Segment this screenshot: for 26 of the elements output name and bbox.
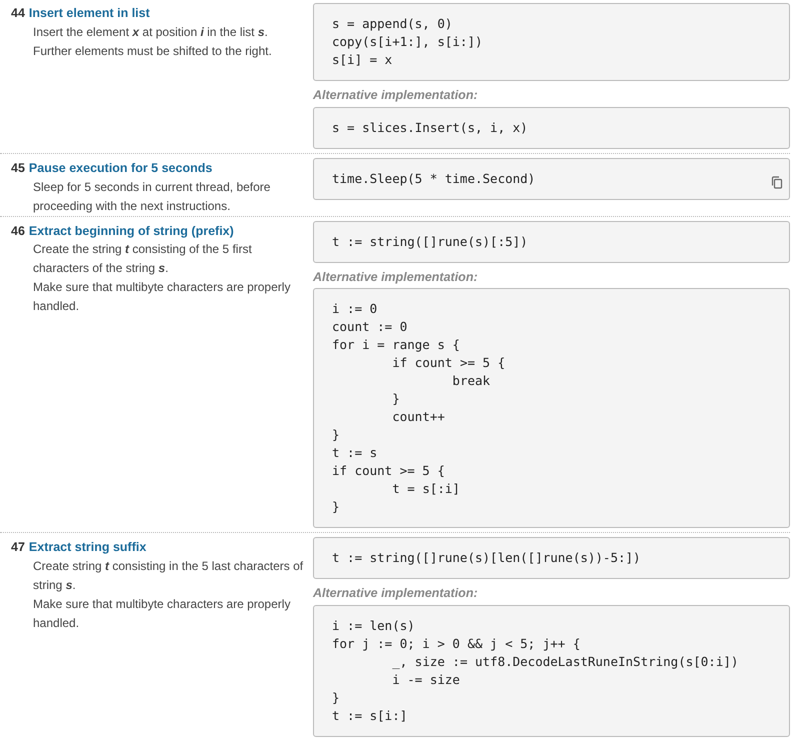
entry-title-link[interactable]: Insert element in list (28, 4, 150, 23)
entry-number: 44 (11, 5, 25, 22)
code-text: t := string([]rune(s)[:5]) (332, 232, 529, 250)
code-text: time.Sleep(5 * time.Second) (332, 170, 536, 188)
entry-number: 45 (11, 160, 25, 177)
code-text: i := len(s) for j := 0; i > 0 && j < 5; j++ { _, size := utf8.DecodeLastRuneInString(s[0:i]) i -= size } t := s[i:] (332, 617, 740, 725)
description-text: Make sure that multibyte characters are properly handled. (33, 279, 292, 316)
entry-title-link[interactable]: Extract string suffix (28, 538, 146, 557)
entry-number: 46 (11, 222, 25, 240)
entry-title-link[interactable]: Extract beginning of string (prefix) (28, 222, 234, 240)
description-text: Create string t consisting in the 5 last characters of string s. (33, 558, 304, 594)
alternative-label: Alternative implementation: (313, 585, 479, 602)
entry-title-link[interactable]: Pause execution for 5 seconds (28, 158, 212, 178)
code-text: s = slices.Insert(s, i, x) (332, 118, 529, 137)
code-text: s = append(s, 0) copy(s[i+1:], s[i:]) s[i] = x (332, 15, 484, 69)
description-text: Further elements must be shifted to the right. (33, 42, 273, 60)
copy-icon[interactable] (771, 176, 783, 189)
code-text: t := string([]rune(s)[len([]rune(s))-5:]) (332, 549, 642, 568)
alternative-label: Alternative implementation: (313, 87, 479, 104)
description-text: Create the string t consisting of the 5 first characters of the string s. (33, 241, 253, 278)
alternative-label: Alternative implementation: (313, 268, 479, 286)
description-text: Sleep for 5 seconds in current thread, before proceeding with the next instructions. (33, 178, 272, 214)
description-text: Insert the element x at position i in the list s. (33, 24, 269, 41)
description-text: Make sure that multibyte characters are properly handled. (33, 596, 292, 632)
code-text: i := 0 count := 0 for i = range s { if count >= 5 { break } count++ } t := s if count >= 5 { t = s[:i] } (332, 300, 506, 516)
entry-number: 47 (11, 539, 25, 556)
